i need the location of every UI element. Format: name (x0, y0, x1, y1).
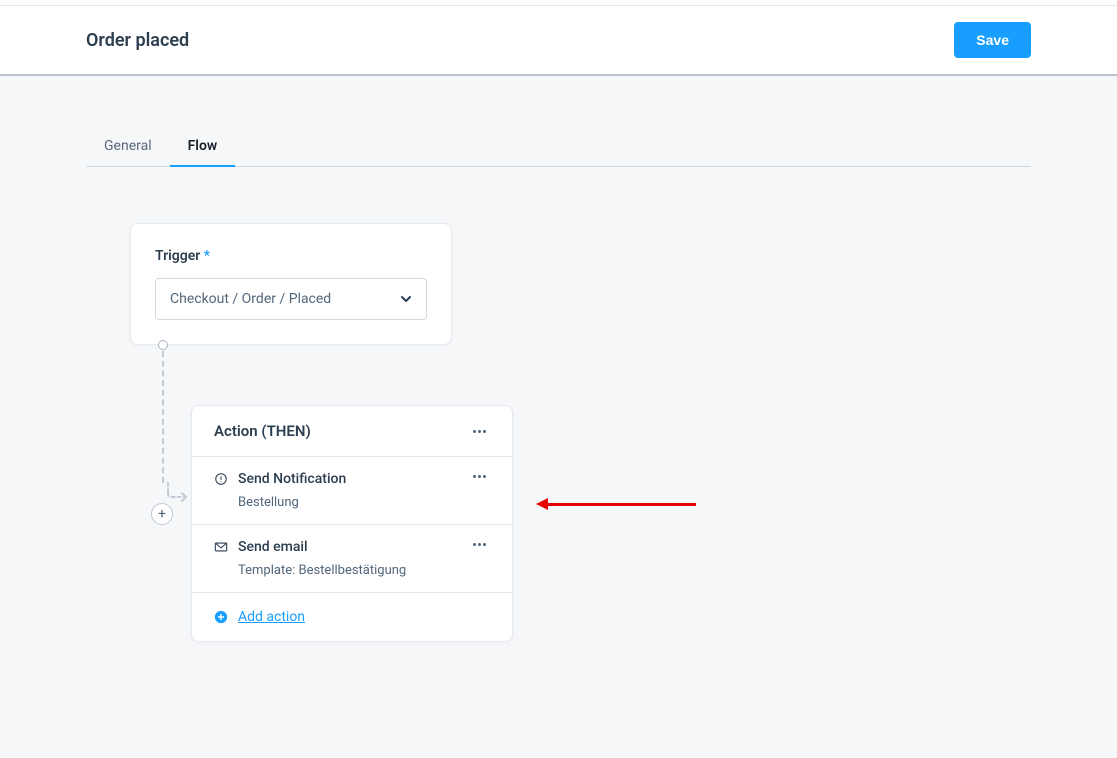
clock-alert-icon (214, 472, 228, 486)
action-item-send-email[interactable]: Send email Template: Bestellbestätigung (192, 525, 512, 593)
trigger-select-value: Checkout / Order / Placed (170, 291, 331, 307)
trigger-select[interactable]: Checkout / Order / Placed (155, 278, 427, 320)
save-button[interactable]: Save (954, 22, 1031, 58)
action-item-subtitle: Bestellung (238, 495, 490, 510)
action-card-title: Action (THEN) (214, 422, 311, 440)
trigger-card: Trigger * Checkout / Order / Placed (130, 223, 452, 345)
connector-line (162, 351, 164, 483)
flow-canvas: Trigger * Checkout / Order / Placed (86, 167, 1031, 727)
tab-general[interactable]: General (86, 130, 170, 166)
add-action-link[interactable]: Add action (238, 609, 305, 625)
annotation-arrow (536, 498, 696, 510)
tabs: General Flow (86, 130, 1031, 167)
action-item-send-notification[interactable]: Send Notification Bestellung (192, 457, 512, 525)
action-item-menu-button[interactable] (469, 539, 490, 550)
action-item-title: Send Notification (238, 471, 346, 487)
action-item-menu-button[interactable] (469, 471, 490, 482)
plus-circle-icon (214, 610, 228, 624)
action-item-title: Send email (238, 539, 308, 555)
page-header: Order placed Save (0, 6, 1117, 76)
page-title: Order placed (86, 30, 189, 51)
action-item-subtitle: Template: Bestellbestätigung (238, 563, 490, 578)
connector-dot (158, 340, 168, 350)
action-card-header: Action (THEN) (192, 406, 512, 457)
tab-flow[interactable]: Flow (170, 130, 236, 166)
trigger-label: Trigger * (155, 248, 427, 264)
chevron-down-icon (400, 293, 412, 305)
action-card-menu-button[interactable] (469, 426, 490, 437)
add-action-row[interactable]: Add action (192, 593, 512, 641)
mail-icon (214, 540, 228, 554)
action-card: Action (THEN) Se (191, 405, 513, 642)
add-node-button[interactable]: + (151, 503, 173, 525)
